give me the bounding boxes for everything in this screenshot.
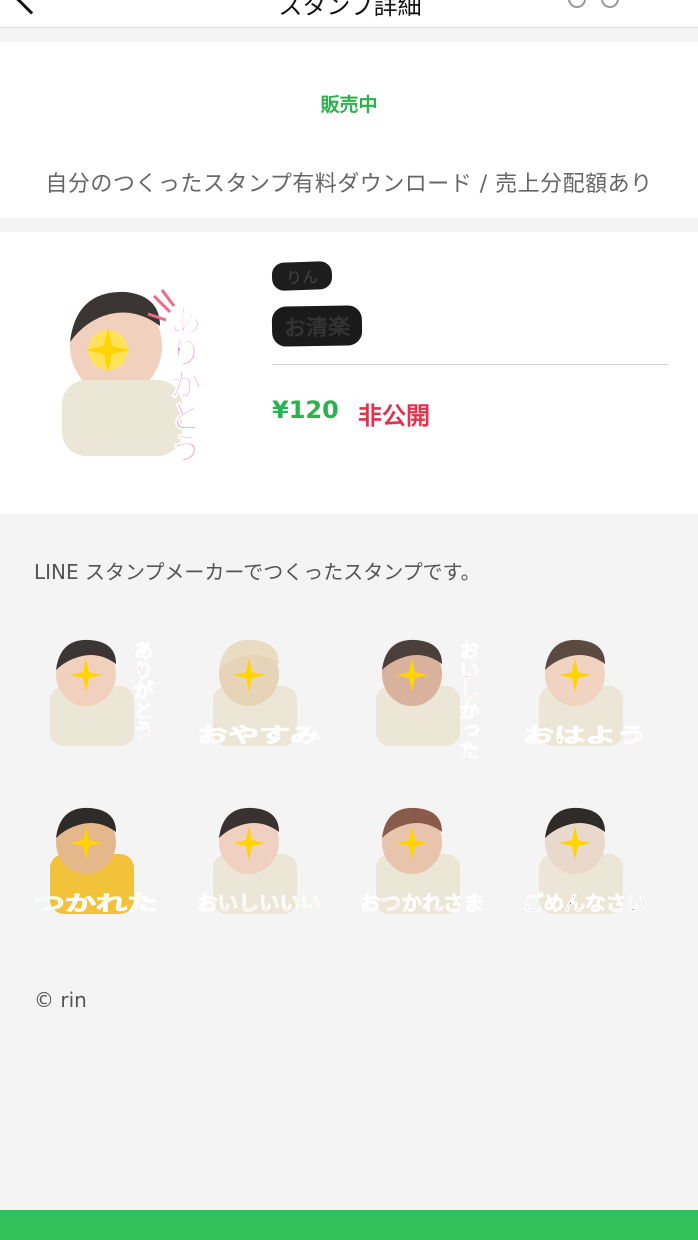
sticker-text: つかれた: [34, 891, 158, 915]
top-nav-bar: スタンプ詳細: [0, 0, 698, 28]
back-arrow-icon[interactable]: [15, 0, 47, 15]
sticker-text: ごめんなさい: [523, 891, 647, 915]
page-title: スタンプ詳細: [278, 0, 422, 20]
sticker-text: おいしいいい: [197, 891, 321, 915]
copyright-text: © rin: [34, 988, 87, 1012]
sticker-thumbnail[interactable]: おやすみ: [193, 630, 325, 758]
sticker-thumbnail[interactable]: ありがとう: [30, 630, 162, 758]
sticker-thumbnail[interactable]: ごめんなさい: [519, 798, 651, 926]
category-text: 自分のつくったスタンプ有料ダウンロード / 売上分配額あり: [45, 172, 653, 197]
sticker-thumbnail[interactable]: おいしいいい: [193, 798, 325, 926]
more-icon[interactable]: [568, 0, 586, 8]
sticker-text: おやすみ: [197, 723, 321, 747]
main-sticker-text: ありがとう: [165, 304, 203, 460]
sticker-set-name: お清楽: [271, 305, 363, 347]
divider: [272, 364, 668, 365]
creator-name: りん: [271, 260, 333, 292]
sticker-thumbnail[interactable]: おはよう: [519, 630, 651, 758]
status-section: 販売中 自分のつくったスタンプ有料ダウンロード / 売上分配額あり: [0, 42, 698, 218]
sticker-thumbnail[interactable]: おつかれさま: [356, 798, 488, 926]
visibility-badge: 非公開: [358, 402, 430, 430]
main-sticker-image[interactable]: ありがとう: [56, 284, 232, 460]
sticker-text: おつかれさま: [360, 891, 484, 915]
sticker-thumbnail[interactable]: つかれた: [30, 798, 162, 926]
sale-status-label: 販売中: [320, 94, 378, 116]
product-card: ありがとう りん お清楽 ¥120 非公開: [0, 232, 698, 514]
sticker-thumbnail[interactable]: おいしかった: [356, 630, 488, 758]
sticker-text: おはよう: [523, 723, 647, 747]
price-label: ¥120: [272, 396, 339, 424]
sticker-text: おいしかった: [456, 640, 480, 758]
nav-actions: [558, 0, 658, 10]
sticker-text: ありがとう: [130, 640, 154, 740]
bottom-action-bar[interactable]: [0, 1210, 698, 1240]
share-icon[interactable]: [601, 0, 620, 8]
description-text: LINE スタンプメーカーでつくったスタンプです。: [34, 560, 481, 584]
